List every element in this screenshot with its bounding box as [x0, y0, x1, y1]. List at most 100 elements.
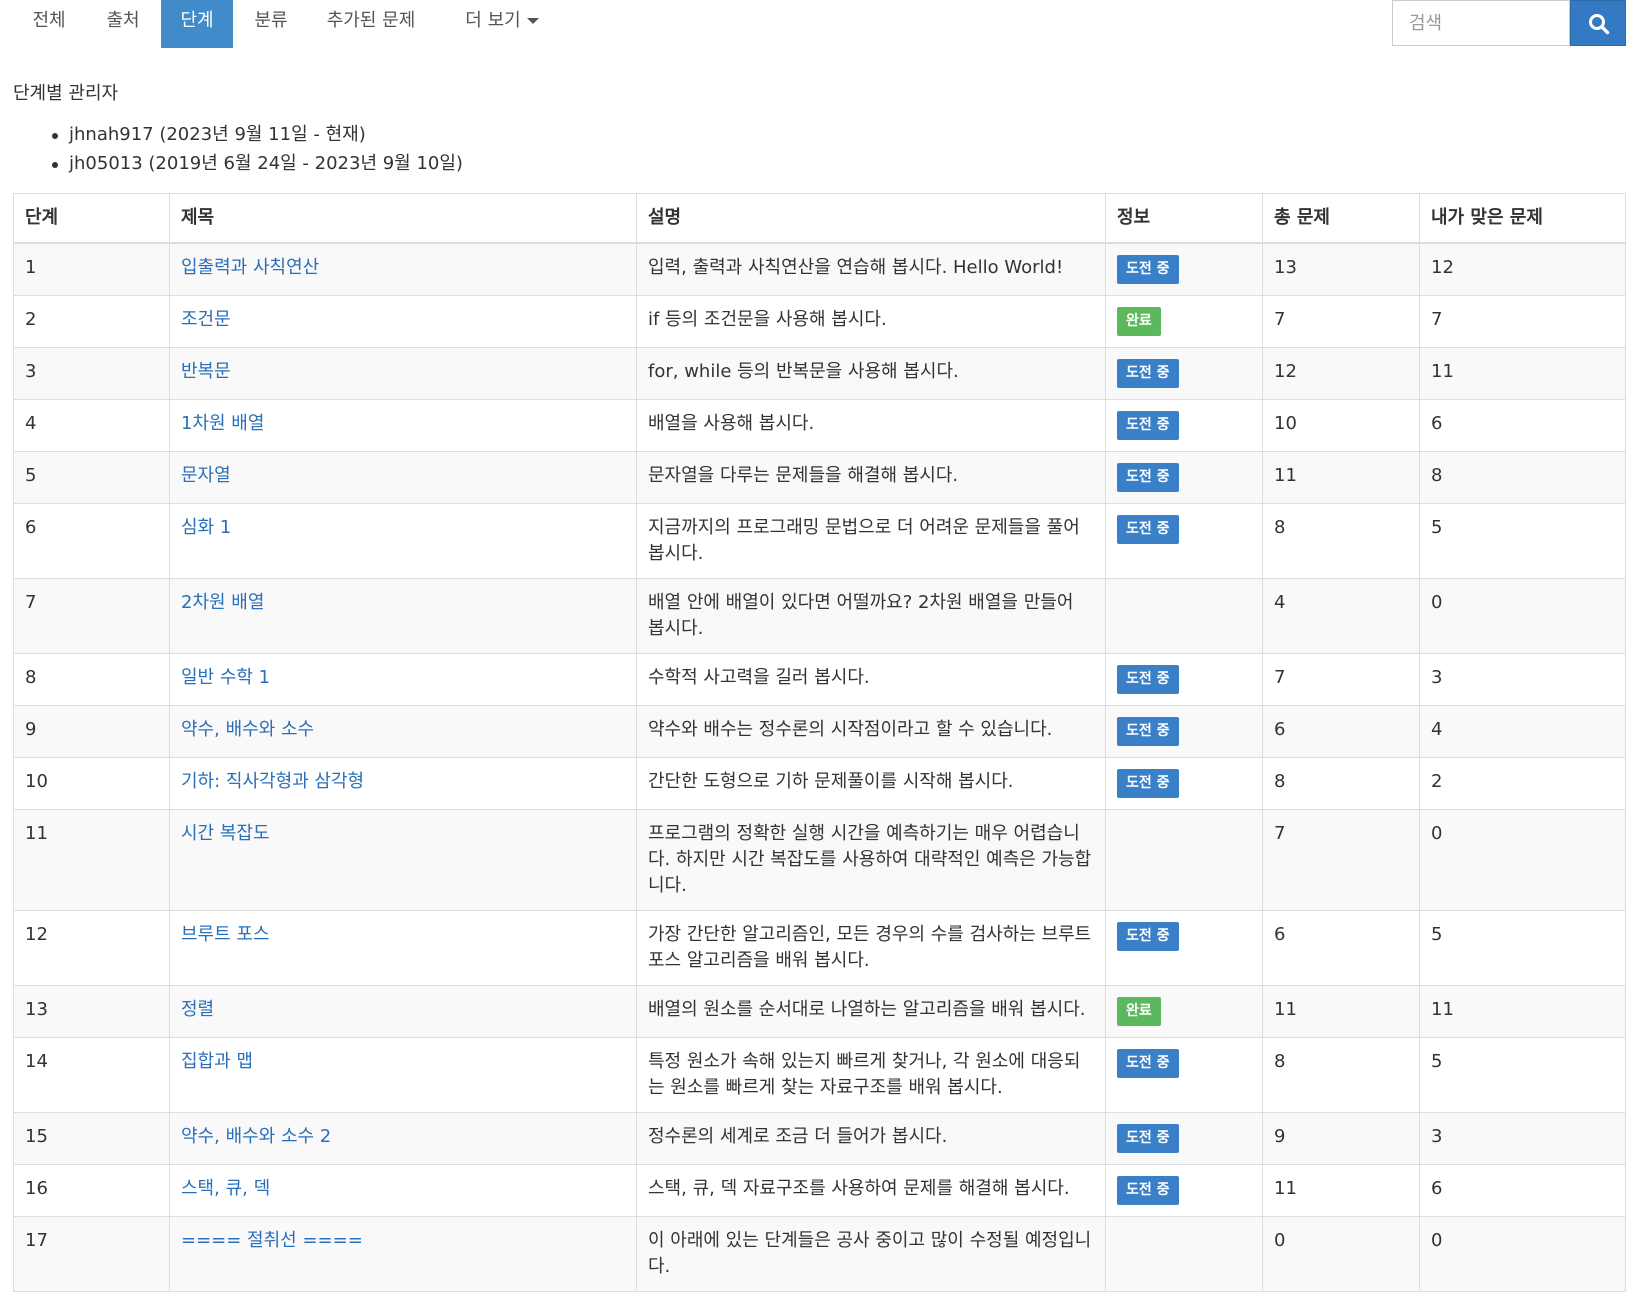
step-title-link[interactable]: 조건문: [181, 309, 231, 330]
steps-table: 단계 제목 설명 정보 총 문제 내가 맞은 문제 1 입출력과 사칙연산 입력, …: [13, 193, 1626, 1292]
step-title-link[interactable]: 브루트 포스: [181, 924, 270, 945]
step-title-link[interactable]: 약수, 배수와 소수 2: [181, 1126, 331, 1147]
total-problems: 0: [1262, 1216, 1420, 1292]
step-info-cell: 도전 중: [1105, 1112, 1263, 1165]
step-title-cell: 입출력과 사칙연산: [169, 242, 637, 296]
step-number: 11: [13, 809, 170, 911]
search-icon: [1589, 14, 1610, 35]
step-title-link[interactable]: 문자열: [181, 465, 231, 486]
step-title-link[interactable]: 1차원 배열: [181, 413, 264, 434]
step-number: 12: [13, 910, 170, 986]
tab-more-dropdown[interactable]: 더 보기: [456, 0, 548, 48]
tab-all[interactable]: 전체: [14, 0, 84, 48]
step-title-cell: 반복문: [169, 347, 637, 400]
status-badge: 도전 중: [1117, 1124, 1179, 1153]
solved-problems: 3: [1419, 653, 1626, 706]
status-badge: 도전 중: [1117, 359, 1179, 388]
solved-problems: 11: [1419, 985, 1626, 1038]
step-number: 1: [13, 242, 170, 296]
tab-added-problems[interactable]: 추가된 문제: [320, 0, 422, 48]
step-title-link[interactable]: 2차원 배열: [181, 592, 264, 613]
step-number: 15: [13, 1112, 170, 1165]
status-badge: 도전 중: [1117, 717, 1179, 746]
step-title-cell: 조건문: [169, 295, 637, 348]
header-description: 설명: [636, 193, 1106, 244]
search-input[interactable]: [1392, 0, 1570, 46]
solved-problems: 0: [1419, 578, 1626, 654]
total-problems: 13: [1262, 242, 1420, 296]
step-description: 배열 안에 배열이 있다면 어떨까요? 2차원 배열을 만들어 봅시다.: [636, 578, 1106, 654]
total-problems: 11: [1262, 985, 1420, 1038]
table-row: 13 정렬 배열의 원소를 순서대로 나열하는 알고리즘을 배워 봅시다. 완료 11 1…: [13, 985, 1626, 1038]
step-number: 7: [13, 578, 170, 654]
step-title-link[interactable]: 집합과 맵: [181, 1051, 253, 1072]
step-info-cell: 도전 중: [1105, 910, 1263, 986]
solved-problems: 6: [1419, 1164, 1626, 1217]
solved-problems: 0: [1419, 1216, 1626, 1292]
step-title-cell: 문자열: [169, 451, 637, 504]
step-info-cell: 도전 중: [1105, 757, 1263, 810]
caret-down-icon: [526, 18, 539, 24]
tab-step[interactable]: 단계: [161, 0, 233, 48]
step-title-link[interactable]: 입출력과 사칙연산: [181, 257, 319, 278]
status-badge: 도전 중: [1117, 463, 1179, 492]
step-number: 10: [13, 757, 170, 810]
step-title-cell: 기하: 직사각형과 삼각형: [169, 757, 637, 810]
step-number: 17: [13, 1216, 170, 1292]
tab-source[interactable]: 출처: [87, 0, 159, 48]
solved-problems: 8: [1419, 451, 1626, 504]
step-title-link[interactable]: 정렬: [181, 999, 214, 1020]
status-badge: 도전 중: [1117, 1176, 1179, 1205]
solved-problems: 5: [1419, 503, 1626, 579]
step-number: 8: [13, 653, 170, 706]
steps-table-body: 1 입출력과 사칙연산 입력, 출력과 사칙연산을 연습해 봅시다. Hello W…: [13, 242, 1626, 1292]
table-row: 17 ==== 절취선 ==== 이 아래에 있는 단계들은 공사 중이고 많이 수…: [13, 1216, 1626, 1292]
step-title-link[interactable]: 약수, 배수와 소수: [181, 719, 314, 740]
step-title-link[interactable]: ==== 절취선 ====: [181, 1230, 363, 1251]
search-button[interactable]: [1570, 0, 1626, 46]
solved-problems: 5: [1419, 910, 1626, 986]
solved-problems: 5: [1419, 1037, 1626, 1113]
status-badge: 완료: [1117, 997, 1161, 1026]
step-title-cell: 심화 1: [169, 503, 637, 579]
step-number: 16: [13, 1164, 170, 1217]
status-badge: 도전 중: [1117, 515, 1179, 544]
step-title-link[interactable]: 스택, 큐, 덱: [181, 1178, 270, 1199]
header-info: 정보: [1105, 193, 1263, 244]
step-title-link[interactable]: 시간 복잡도: [181, 823, 270, 844]
step-info-cell: [1105, 809, 1263, 911]
table-header-row: 단계 제목 설명 정보 총 문제 내가 맞은 문제: [13, 193, 1626, 244]
table-row: 10 기하: 직사각형과 삼각형 간단한 도형으로 기하 문제풀이를 시작해 봅시다…: [13, 757, 1626, 810]
status-badge: 도전 중: [1117, 1049, 1179, 1078]
step-title-cell: ==== 절취선 ====: [169, 1216, 637, 1292]
step-description: 입력, 출력과 사칙연산을 연습해 봅시다. Hello World!: [636, 242, 1106, 296]
step-title-cell: 약수, 배수와 소수 2: [169, 1112, 637, 1165]
step-info-cell: [1105, 1216, 1263, 1292]
step-title-cell: 정렬: [169, 985, 637, 1038]
step-title-link[interactable]: 심화 1: [181, 517, 231, 538]
table-row: 4 1차원 배열 배열을 사용해 봅시다. 도전 중 10 6: [13, 399, 1626, 452]
total-problems: 10: [1262, 399, 1420, 452]
step-title-cell: 브루트 포스: [169, 910, 637, 986]
step-info-cell: 도전 중: [1105, 705, 1263, 758]
step-description: 약수와 배수는 정수론의 시작점이라고 할 수 있습니다.: [636, 705, 1106, 758]
step-title-link[interactable]: 일반 수학 1: [181, 667, 270, 688]
header-title: 제목: [169, 193, 637, 244]
managers-title: 단계별 관리자: [13, 83, 119, 104]
step-number: 3: [13, 347, 170, 400]
table-row: 15 약수, 배수와 소수 2 정수론의 세계로 조금 더 들어가 봅시다. 도전 중…: [13, 1112, 1626, 1165]
step-title-link[interactable]: 기하: 직사각형과 삼각형: [181, 771, 364, 792]
step-info-cell: 도전 중: [1105, 1037, 1263, 1113]
step-info-cell: 도전 중: [1105, 242, 1263, 296]
table-row: 3 반복문 for, while 등의 반복문을 사용해 봅시다. 도전 중 12 11: [13, 347, 1626, 400]
solved-problems: 3: [1419, 1112, 1626, 1165]
tab-category[interactable]: 분류: [236, 0, 306, 48]
manager-item: jh05013 (2019년 6월 24일 - 2023년 9월 10일): [52, 149, 463, 178]
step-title-link[interactable]: 반복문: [181, 361, 231, 382]
step-description: 스택, 큐, 덱 자료구조를 사용하여 문제를 해결해 봅시다.: [636, 1164, 1106, 1217]
table-row: 11 시간 복잡도 프로그램의 정확한 실행 시간을 예측하기는 매우 어렵습니다.…: [13, 809, 1626, 911]
total-problems: 6: [1262, 705, 1420, 758]
tab-more-label: 더 보기: [465, 10, 521, 31]
step-info-cell: 도전 중: [1105, 653, 1263, 706]
total-problems: 7: [1262, 809, 1420, 911]
